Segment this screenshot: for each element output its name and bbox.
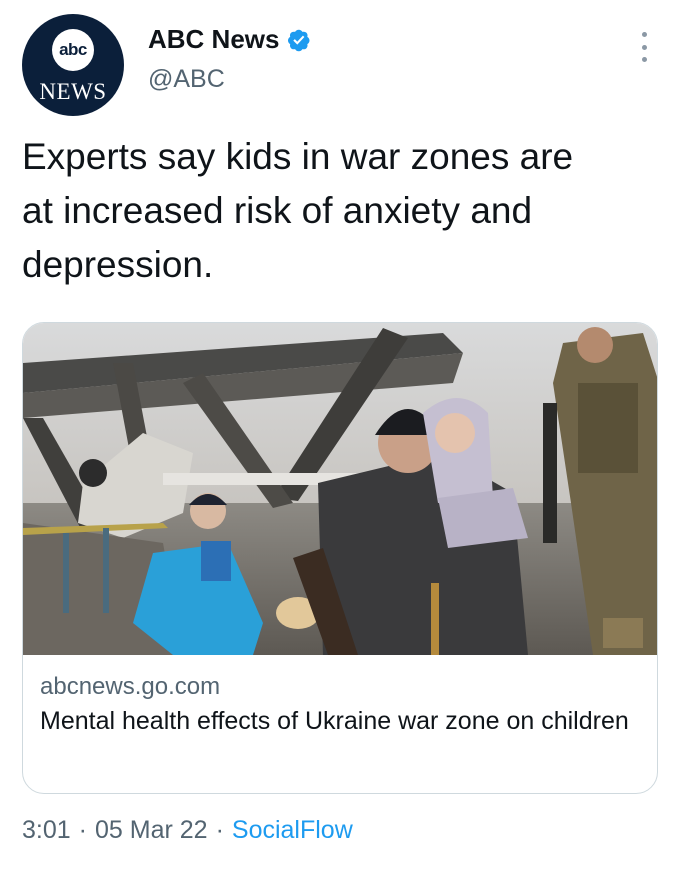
news-wordmark: NEWS [39,79,107,104]
tweet-header: abc NEWS ABC News @ABC [22,14,658,116]
display-name-row: ABC News [148,24,311,55]
separator: · [78,816,87,844]
link-card[interactable]: abcnews.go.com Mental health effects of … [22,322,658,794]
account-names: ABC News @ABC [148,24,311,94]
card-image[interactable] [23,323,658,655]
source-link[interactable]: SocialFlow [232,816,353,845]
card-domain: abcnews.go.com [40,673,221,700]
tweet-footer: 3:01 · 05 Mar 22 · SocialFlow [22,816,353,845]
handle[interactable]: @ABC [148,65,311,94]
tweet-date[interactable]: 05 Mar 22 [95,816,208,845]
dot [641,44,647,50]
avatar[interactable]: abc NEWS [22,14,124,116]
tweet-time[interactable]: 3:01 [22,816,71,845]
separator: · [215,816,224,844]
verified-badge-icon [288,29,310,51]
dot [641,57,647,62]
card-title[interactable]: Mental health effects of Ukraine war zon… [40,703,640,739]
more-options-icon[interactable] [634,32,654,62]
tweet-text: Experts say kids in war zones are at inc… [22,136,574,285]
dot [641,32,647,37]
card-meta: abcnews.go.com Mental health effects of … [40,673,640,739]
abc-logo: abc [52,29,94,71]
display-name[interactable]: ABC News [148,24,279,55]
